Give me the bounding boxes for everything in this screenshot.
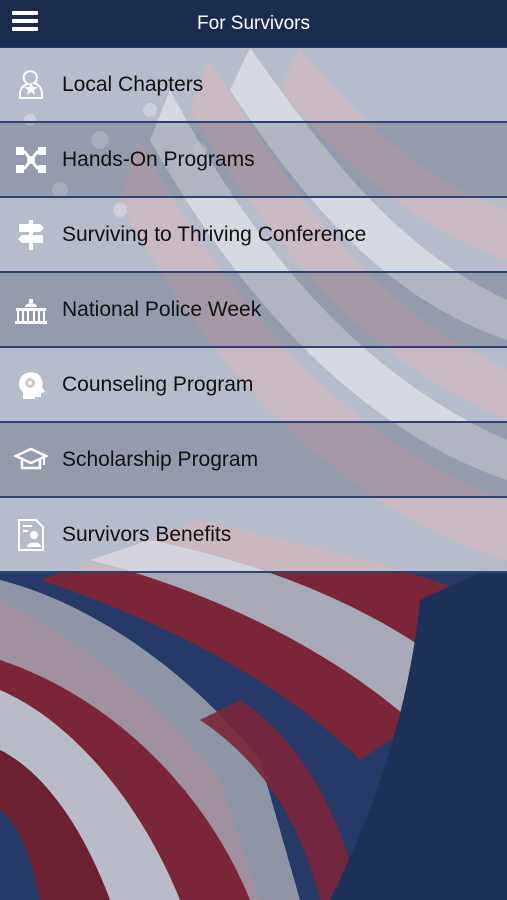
app-screen: For Survivors Local Chapters Hands-On Pr… [0,0,507,900]
menu-item-surviving-to-thriving[interactable]: Surviving to Thriving Conference [0,198,507,273]
menu-item-label: Local Chapters [62,72,204,96]
local-chapters-icon [14,68,48,102]
menu-item-counseling-program[interactable]: Counseling Program [0,348,507,423]
graduation-cap-icon [14,443,48,477]
menu-item-national-police-week[interactable]: National Police Week [0,273,507,348]
menu-item-label: Counseling Program [62,372,254,396]
hamburger-menu-icon[interactable] [12,11,38,35]
menu-item-label: Survivors Benefits [62,522,232,546]
menu-item-label: National Police Week [62,297,262,321]
capitol-building-icon [14,293,48,327]
hands-on-programs-icon [14,143,48,177]
head-gears-icon [14,368,48,402]
menu-item-label: Surviving to Thriving Conference [62,222,367,246]
signpost-icon [14,218,48,252]
menu-item-label: Hands-On Programs [62,147,255,171]
menu-item-local-chapters[interactable]: Local Chapters [0,48,507,123]
menu-item-scholarship-program[interactable]: Scholarship Program [0,423,507,498]
menu-item-label: Scholarship Program [62,447,259,471]
top-app-bar: For Survivors [0,0,507,47]
menu-item-hands-on-programs[interactable]: Hands-On Programs [0,123,507,198]
menu-item-survivors-benefits[interactable]: Survivors Benefits [0,498,507,573]
document-person-icon [14,518,48,552]
page-title: For Survivors [197,12,310,34]
survivor-menu: Local Chapters Hands-On Programs Survivi… [0,48,507,573]
